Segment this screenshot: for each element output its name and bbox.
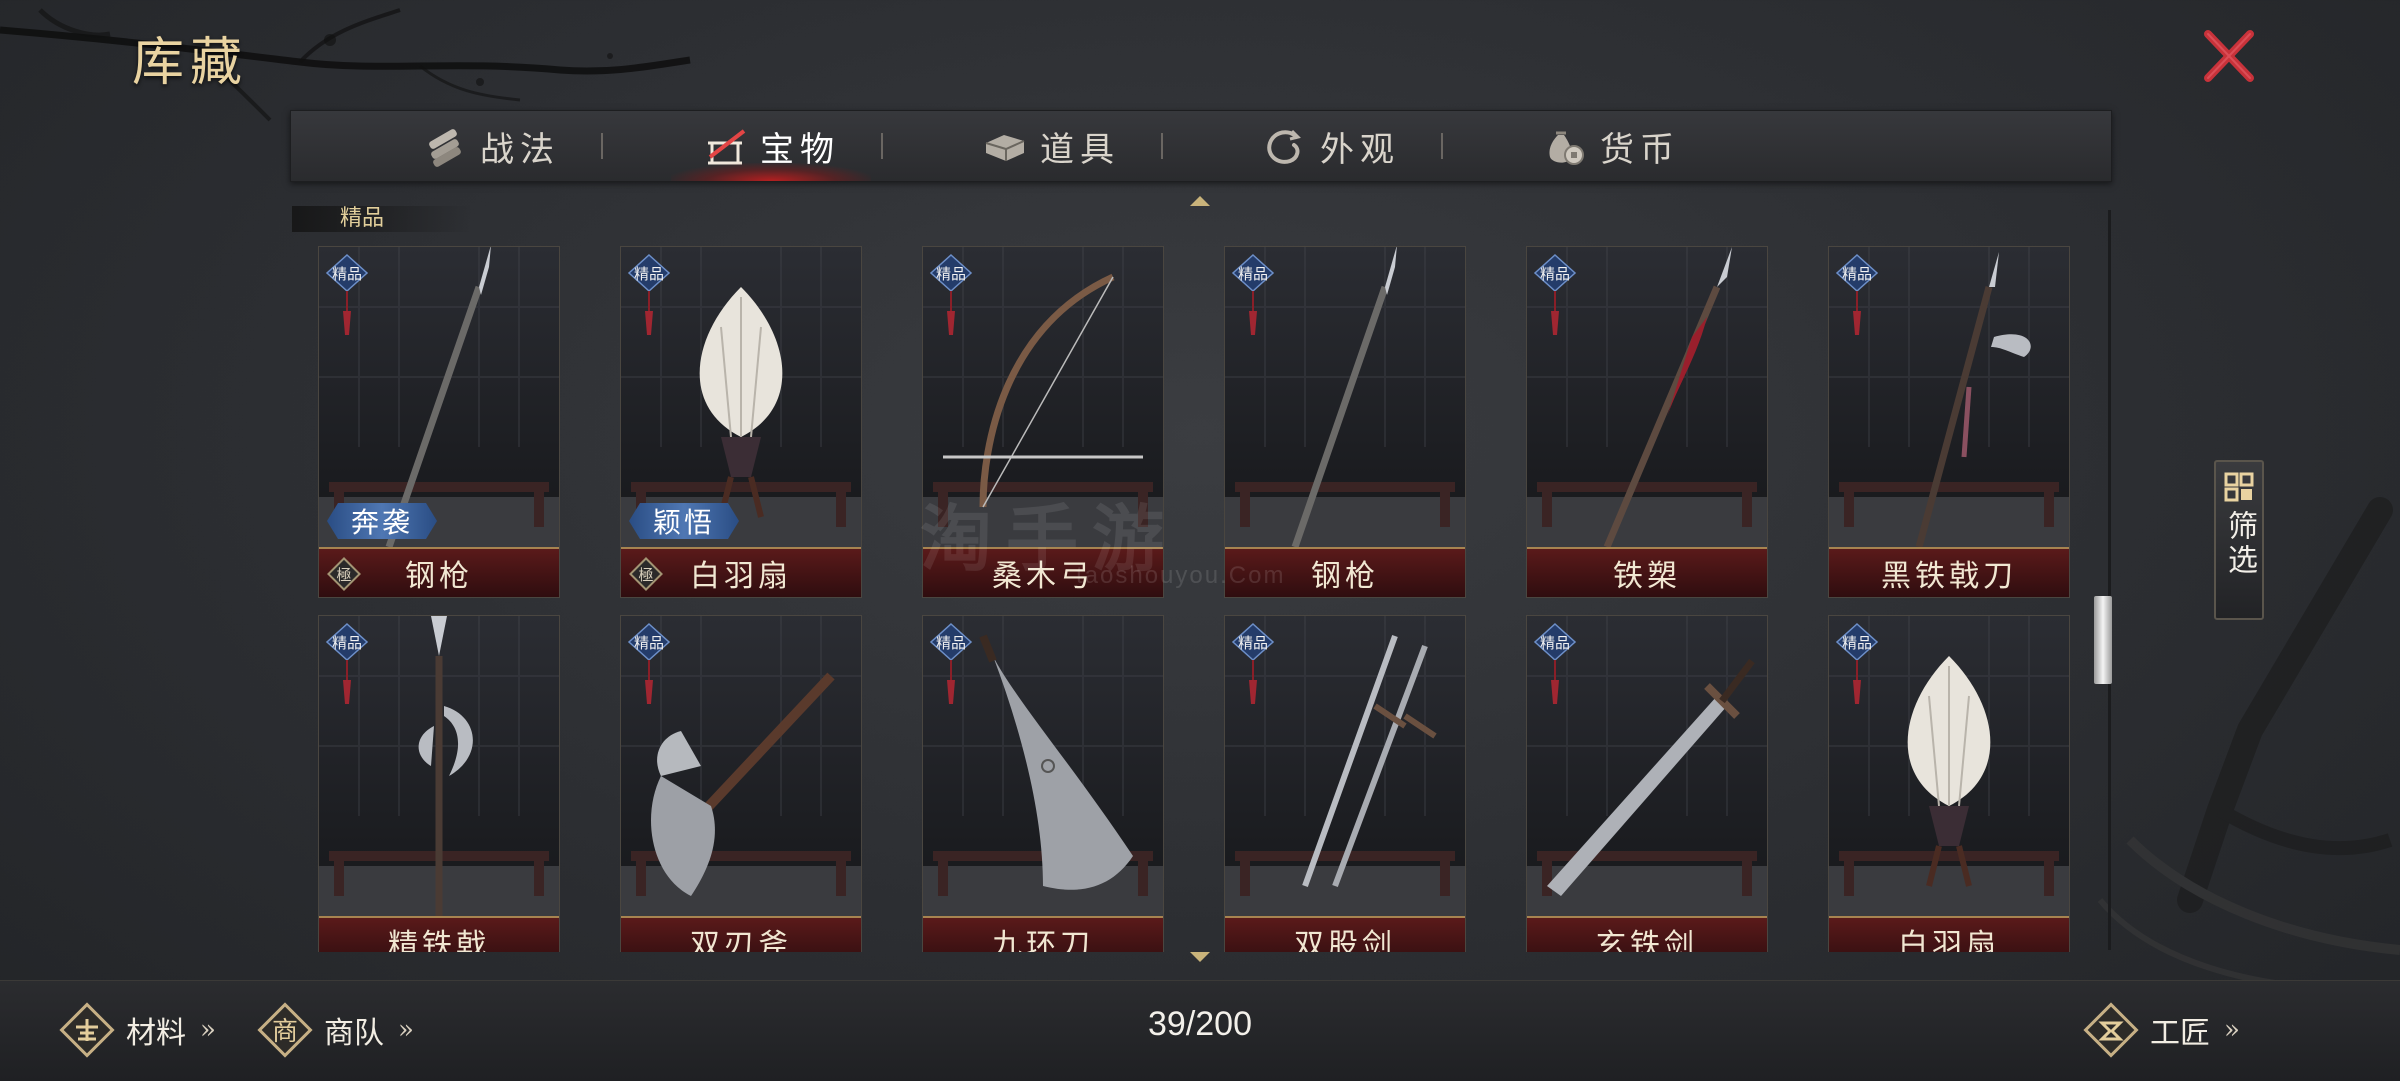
tab-label: 宝物 (760, 129, 840, 170)
chevron-right-icon: » (398, 1015, 414, 1045)
rank-label: 精品 (1540, 634, 1570, 652)
rank-badge: 精品 (627, 253, 671, 335)
chevron-right-icon: » (2224, 1015, 2240, 1045)
rank-badge: 精品 (1533, 253, 1577, 335)
tab-divider (1161, 133, 1163, 159)
tab-bar: 战法 宝物 道具 外观 货币 (290, 110, 2112, 182)
grade-badge: 極 (327, 557, 361, 591)
treasure-card[interactable]: 精品桑木弓 (922, 246, 1164, 598)
weapon-rack-icon (708, 129, 746, 165)
swirl-icon (1267, 129, 1301, 164)
item-name: 桑木弓 (923, 547, 1163, 597)
treasure-card[interactable]: 精品 奔袭 钢枪極 (318, 246, 560, 598)
item-name: 九环刀 (923, 916, 1163, 952)
rank-badge: 精品 (929, 253, 973, 335)
grade-badge: 極 (629, 557, 663, 591)
rank-badge: 精品 (627, 622, 671, 704)
rank-label: 精品 (1842, 265, 1872, 283)
tab-divider (1441, 133, 1443, 159)
treasure-grid: 精品 奔袭 钢枪極精品 颖悟 白羽扇極精品 桑木弓 精品 钢枪 精品 铁槊 精品 黑铁戟刀 精品 精铁戟精… (318, 246, 2075, 952)
treasure-card[interactable]: 精品钢枪 (1224, 246, 1466, 598)
skill-tag: 奔袭 (327, 503, 437, 539)
tab-appearance[interactable]: 外观 (1191, 111, 1471, 181)
treasure-card[interactable]: 精品双股剑 (1224, 615, 1466, 952)
treasure-card[interactable]: 精品玄铁剑 (1526, 615, 1768, 952)
rank-label: 精品 (332, 634, 362, 652)
grade-label: 極 (336, 566, 351, 584)
inventory-count: 39/200 (1148, 1005, 1252, 1043)
skill-tag: 颖悟 (629, 503, 739, 539)
rank-badge: 精品 (1231, 253, 1275, 335)
scroll-down-arrow-icon[interactable] (1188, 950, 1212, 964)
materials-button[interactable]: 材料 » (58, 991, 216, 1069)
money-bag-icon (1549, 131, 1584, 165)
section-label: 精品 (292, 206, 472, 232)
caravan-button[interactable]: 商 商队 » (256, 991, 414, 1069)
item-name: 白羽扇 (1829, 916, 2069, 952)
scrollbar-track (2108, 210, 2111, 950)
rank-label: 精品 (634, 265, 664, 283)
craftsman-label: 工匠 (2150, 1016, 2210, 1051)
grade-label: 極 (638, 566, 653, 584)
rank-label: 精品 (1238, 634, 1268, 652)
craftsman-button[interactable]: 工匠 » (2082, 991, 2240, 1069)
rank-badge: 精品 (1231, 622, 1275, 704)
treasure-card[interactable]: 精品九环刀 (922, 615, 1164, 952)
treasure-card[interactable]: 精品 颖悟 白羽扇極 (620, 246, 862, 598)
caravan-icon: 商 (257, 1002, 313, 1058)
rank-label: 精品 (936, 265, 966, 283)
caravan-label: 商队 (324, 1016, 384, 1051)
rank-label: 精品 (936, 634, 966, 652)
chest-icon (985, 135, 1025, 161)
materials-label: 材料 (126, 1016, 186, 1051)
treasure-card[interactable]: 精品黑铁戟刀 (1828, 246, 2070, 598)
rank-badge: 精品 (929, 622, 973, 704)
rank-label: 精品 (1842, 634, 1872, 652)
rank-label: 精品 (332, 265, 362, 283)
page-title: 库藏 (132, 33, 249, 93)
item-name: 双刃斧 (621, 916, 861, 952)
tab-divider (881, 133, 883, 159)
rank-label: 精品 (634, 634, 664, 652)
filter-button[interactable]: 筛选 (2214, 460, 2264, 620)
item-name: 双股剑 (1225, 916, 1465, 952)
treasure-card[interactable]: 精品双刃斧 (620, 615, 862, 952)
tab-treasures[interactable]: 宝物 (631, 111, 911, 181)
tab-tactics[interactable]: 战法 (351, 111, 631, 181)
item-name: 铁槊 (1527, 547, 1767, 597)
tab-divider (601, 133, 603, 159)
grid-icon (2224, 472, 2254, 502)
tab-label: 货币 (1600, 129, 1680, 170)
scroll-bundle-icon (429, 129, 461, 167)
craftsman-icon (2083, 1002, 2139, 1058)
bottom-bar: 材料 » 商 商队 » 39/200 工匠 » (0, 980, 2400, 1081)
tab-items[interactable]: 道具 (911, 111, 1191, 181)
materials-icon (59, 1002, 115, 1058)
scroll-up-arrow-icon[interactable] (1188, 194, 1212, 208)
rank-badge: 精品 (325, 253, 369, 335)
caravan-badge-text: 商 (272, 1017, 298, 1047)
item-name: 钢枪 (1225, 547, 1465, 597)
rank-badge: 精品 (1533, 622, 1577, 704)
tab-label: 战法 (480, 129, 560, 170)
treasure-card[interactable]: 精品铁槊 (1526, 246, 1768, 598)
item-name: 玄铁剑 (1527, 916, 1767, 952)
scrollbar-thumb[interactable] (2094, 596, 2112, 684)
rank-badge: 精品 (1835, 622, 1879, 704)
rank-badge: 精品 (1835, 253, 1879, 335)
item-name: 黑铁戟刀 (1829, 547, 2069, 597)
treasure-card[interactable]: 精品白羽扇 (1828, 615, 2070, 952)
tab-currency[interactable]: 货币 (1471, 111, 1751, 181)
treasure-card[interactable]: 精品精铁戟 (318, 615, 560, 952)
tab-label: 道具 (1040, 129, 1120, 170)
rank-label: 精品 (1238, 265, 1268, 283)
chevron-right-icon: » (200, 1015, 216, 1045)
item-name: 精铁戟 (319, 916, 559, 952)
rank-label: 精品 (1540, 265, 1570, 283)
close-icon[interactable] (2196, 24, 2260, 88)
tab-label: 外观 (1320, 129, 1400, 170)
rank-badge: 精品 (325, 622, 369, 704)
filter-label: 筛选 (2222, 510, 2257, 578)
